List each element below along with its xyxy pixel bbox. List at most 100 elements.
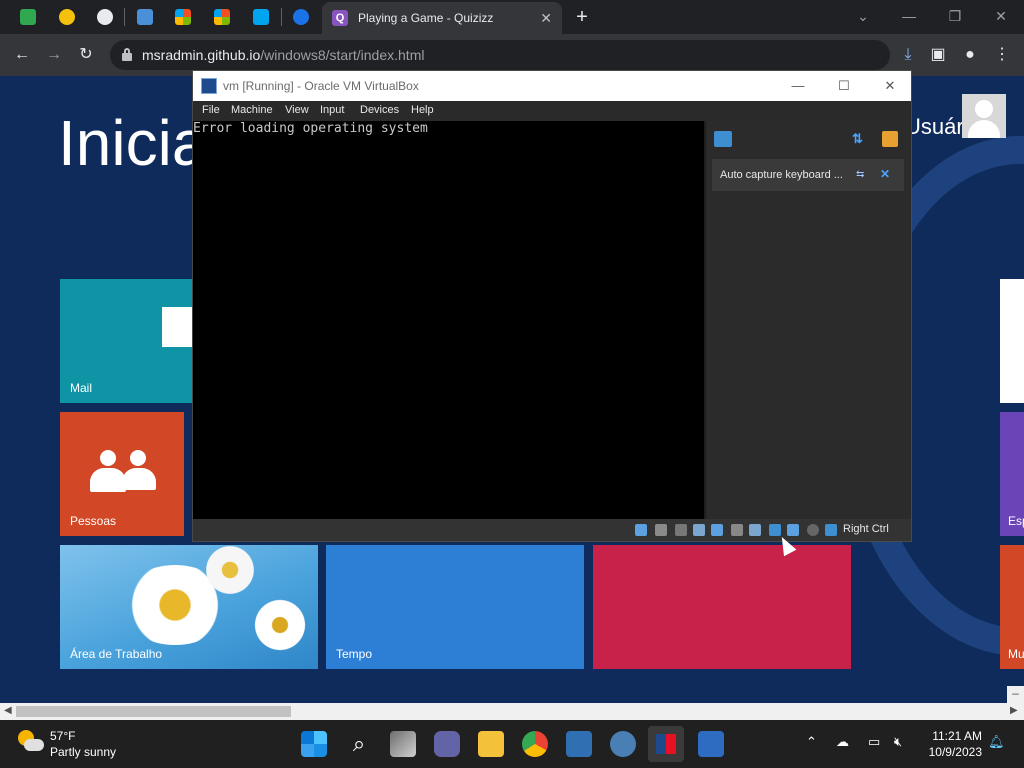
notification-text: Auto capture keyboard ... [720,169,843,181]
notification-item[interactable]: Auto capture keyboard ... ⇆ ✕ [712,159,904,191]
vertical-scrollbar-thumb[interactable]: – [1007,686,1024,703]
restore-button[interactable]: ❐ [937,4,973,28]
minimize-button[interactable]: — [891,4,927,28]
tab-quizizz[interactable]: Q Playing a Game - Quizizz ✕ [322,2,562,34]
menu-view[interactable]: View [285,104,309,116]
tab-search-icon[interactable]: ⌄ [845,4,881,28]
tile-desktop[interactable]: Área de Trabalho [60,545,318,669]
pinned-tab-8[interactable] [283,4,319,30]
close-tab-icon[interactable]: ✕ [540,10,552,27]
tile-right-purple[interactable]: Esp [1000,412,1024,536]
clock-date[interactable]: 10/9/2023 [920,745,982,759]
back-arrow-icon[interactable]: ← [10,43,34,67]
tile-red[interactable] [593,545,851,669]
notification-bell-icon[interactable]: 🔔︎ [988,734,1005,750]
partly-sunny-icon[interactable] [18,730,44,756]
cpu-icon[interactable] [787,524,799,536]
sun-icon [59,9,75,25]
virtualbox-manager-icon[interactable] [566,731,592,757]
audio-icon[interactable] [675,524,687,536]
start-button[interactable] [301,731,327,757]
sort-icon[interactable]: ⇅ [852,131,866,147]
pinned-tab-7[interactable] [243,4,279,30]
disk-icon[interactable] [635,524,647,536]
tile-label: Mail [70,381,93,395]
virtualbox-running-vm-icon[interactable] [648,726,684,762]
chrome-icon[interactable] [522,731,548,757]
weather-condition[interactable]: Partly sunny [50,745,116,759]
show-hidden-icons-chevron-icon[interactable]: ⌃ [806,734,817,750]
pinned-tab-5[interactable] [165,4,201,30]
scrollbar-thumb[interactable] [16,706,291,717]
side-panel-icon[interactable]: ▣ [926,43,950,67]
chat-icon[interactable] [434,731,460,757]
notification-center: ⇅ Auto capture keyboard ... ⇆ ✕ [706,121,911,519]
spreadsheet-icon [20,9,36,25]
menu-help[interactable]: Help [411,104,434,116]
app-circle-icon [293,9,309,25]
menu-kebab-icon[interactable]: ⋮ [990,43,1014,67]
tab-separator [124,8,125,26]
windows-xp-vm-icon[interactable] [698,731,724,757]
tile-mail[interactable]: Mail [60,279,192,403]
menu-devices[interactable]: Devices [360,104,399,116]
windows-logo-icon [214,9,230,25]
clear-notifications-icon[interactable] [882,131,898,147]
onedrive-icon[interactable]: ☁ [836,734,849,750]
avatar[interactable] [962,94,1006,138]
vb-maximize-button[interactable]: ☐ [829,75,859,97]
download-icon[interactable]: ⤓ [896,43,920,67]
virtualbox-title-bar[interactable]: vm [Running] - Oracle VM VirtualBox — ☐ … [193,71,911,101]
file-explorer-icon[interactable] [478,731,504,757]
new-tab-button[interactable]: + [572,6,592,29]
notification-icon[interactable] [714,131,732,147]
menu-input[interactable]: Input [320,104,344,116]
settings-gear-icon[interactable] [610,731,636,757]
pinned-tab-4[interactable] [127,4,163,30]
clock-time[interactable]: 11:21 AM [920,729,982,743]
tile-weather[interactable]: Tempo [326,545,584,669]
tile-label: Área de Trabalho [70,647,163,661]
virtualbox-status-bar: Right Ctrl [193,519,911,541]
recording-icon[interactable] [769,524,781,536]
menu-file[interactable]: File [202,104,220,116]
task-view-icon[interactable] [390,731,416,757]
people-icon [90,450,156,496]
scroll-right-arrow-icon[interactable]: ▶ [1010,705,1018,716]
weather-temp[interactable]: 57°F [50,729,75,743]
reload-icon[interactable]: ↻ [74,43,98,67]
pinned-tab-1[interactable] [10,4,46,30]
pinned-tab-2[interactable] [49,4,85,30]
search-icon[interactable]: ⌕ [346,731,372,757]
windows-xp-logo-icon [175,9,191,25]
vm-display[interactable]: Error loading operating system [193,121,704,519]
profile-icon[interactable]: ● [958,43,982,67]
tile-right-orange[interactable]: Mu [1000,545,1024,669]
windows-logo-icon [253,9,269,25]
network-icon[interactable] [693,524,705,536]
vb-close-button[interactable]: ✕ [875,75,905,97]
display-icon[interactable] [749,524,761,536]
scroll-left-arrow-icon[interactable]: ◀ [4,705,12,716]
pinned-tab-6[interactable] [204,4,240,30]
floppy-icon[interactable] [655,524,667,536]
tile-people[interactable]: Pessoas [60,412,184,536]
keyboard-capture-icon[interactable] [825,524,837,536]
vb-minimize-button[interactable]: — [783,75,813,97]
address-bar[interactable]: msradmin.github.io/windows8/start/index.… [110,40,890,70]
windows-logo-icon [137,9,153,25]
usb-icon[interactable] [711,524,723,536]
volume-muted-icon[interactable]: 🔇︎ [894,734,902,750]
close-icon[interactable]: ✕ [880,167,890,181]
menu-machine[interactable]: Machine [231,104,273,116]
pinned-tab-3[interactable] [87,4,123,30]
host-key-label[interactable]: Right Ctrl [843,523,889,535]
tile-right-white[interactable] [1000,279,1024,403]
forward-arrow-icon[interactable]: → [42,43,66,67]
shared-folder-icon[interactable] [731,524,743,536]
close-window-button[interactable]: ✕ [983,4,1019,28]
network-icon[interactable]: ▭ [868,734,880,750]
mouse-integration-icon[interactable] [807,524,819,536]
horizontal-scrollbar[interactable]: ◀ ▶ [0,703,1024,720]
expand-icon[interactable]: ⇆ [856,169,868,181]
